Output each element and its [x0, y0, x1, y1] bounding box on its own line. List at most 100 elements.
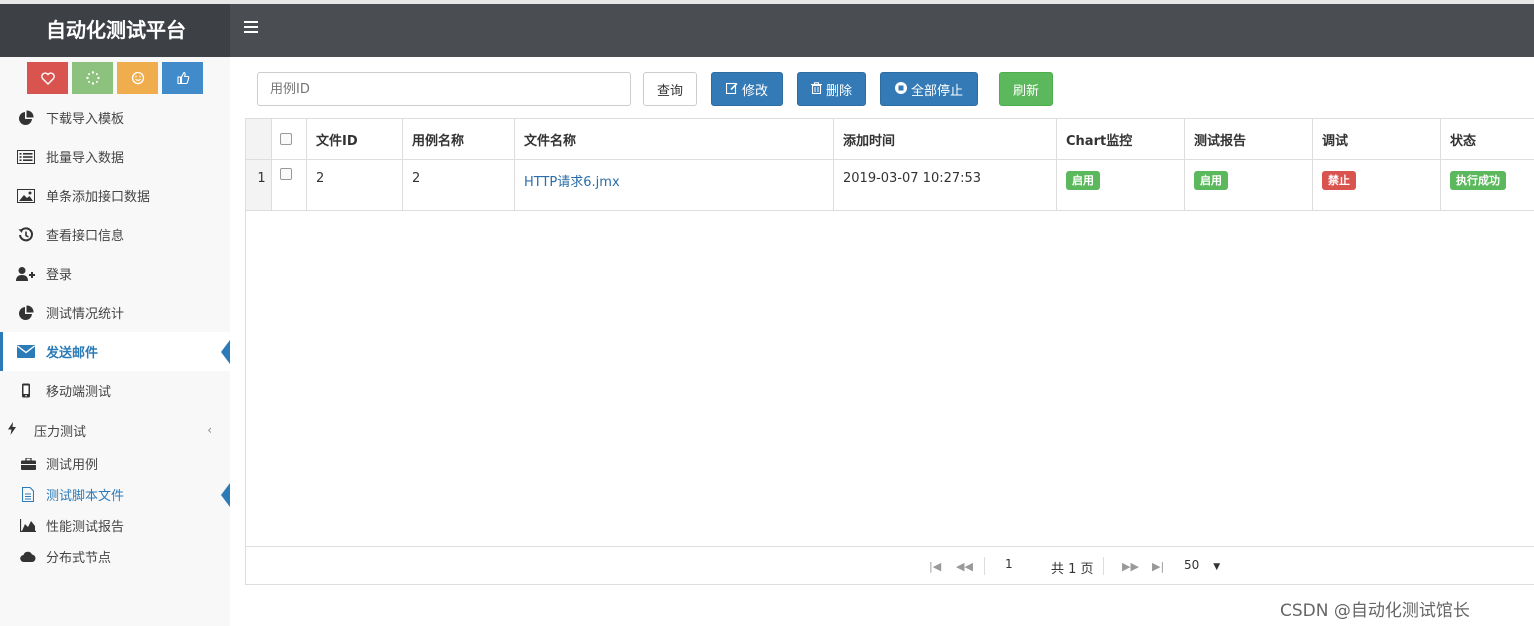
- page-number-input[interactable]: 1: [1005, 557, 1045, 575]
- history-icon: [16, 225, 36, 245]
- sidebar-item-login[interactable]: 登录: [0, 254, 230, 293]
- sidebar-subitem-distributed-nodes[interactable]: 分布式节点: [0, 541, 230, 572]
- sidebar-item-label: 测试情况统计: [46, 307, 125, 322]
- cell-case-name: 2: [403, 160, 515, 210]
- page-size-select[interactable]: 50 ▼: [1184, 558, 1220, 572]
- pie-chart-icon: [16, 108, 36, 128]
- thumbs-up-shortcut-button[interactable]: [162, 62, 203, 94]
- stop-all-button[interactable]: 全部停止: [880, 72, 978, 106]
- status-success-badge: 执行成功: [1450, 171, 1506, 190]
- spinner-shortcut-button[interactable]: [72, 62, 113, 94]
- cloud-icon: [20, 551, 36, 562]
- file-icon: [20, 487, 36, 502]
- refresh-button[interactable]: 刷新: [999, 72, 1053, 106]
- delete-button[interactable]: 删除: [797, 72, 866, 106]
- mobile-icon: [16, 381, 36, 401]
- column-header-file-id[interactable]: 文件ID: [307, 119, 403, 159]
- area-chart-icon: [20, 519, 36, 532]
- edit-button[interactable]: 修改: [711, 72, 783, 106]
- sidebar-item-label: 登录: [46, 268, 73, 283]
- sidebar-item-send-email[interactable]: 发送邮件: [0, 332, 230, 371]
- cell-test-report: 启用: [1185, 160, 1313, 210]
- spinner-icon: [85, 71, 100, 85]
- row-number-header: [246, 119, 272, 159]
- sidebar-item-view-api-info[interactable]: 查看接口信息: [0, 215, 230, 254]
- delete-button-label: 删除: [825, 83, 852, 99]
- first-page-icon[interactable]: |◀: [929, 560, 941, 573]
- cell-status: 执行成功: [1441, 160, 1534, 210]
- sidebar-item-add-single-api[interactable]: 单条添加接口数据: [0, 176, 230, 215]
- query-button-label: 查询: [656, 83, 683, 99]
- query-button[interactable]: 查询: [643, 72, 697, 106]
- report-enabled-badge[interactable]: 启用: [1194, 171, 1228, 190]
- edit-icon: [725, 82, 738, 97]
- sidebar-subitem-label: 测试脚本文件: [46, 489, 125, 504]
- pagination-bar: |◀ ◀◀ 1 共 1 页 ▶▶ ▶| 50 ▼: [246, 546, 1534, 584]
- pager-divider: [984, 557, 985, 575]
- cell-file-id: 2: [307, 160, 403, 210]
- sidebar-subitem-label: 测试用例: [46, 458, 99, 473]
- user-plus-icon: [16, 264, 36, 284]
- stop-circle-icon: [894, 81, 907, 97]
- column-header-case-name[interactable]: 用例名称: [403, 119, 515, 159]
- menu-toggle-icon[interactable]: [244, 21, 258, 35]
- trash-icon: [810, 81, 822, 97]
- pager-divider: [1103, 557, 1104, 575]
- cell-chart-monitor: 启用: [1057, 160, 1185, 210]
- sidebar: 下载导入模板 批量导入数据 单条添加接口数据 查看接口信息 登录 测试情况统计 …: [0, 57, 230, 626]
- cell-file-name: HTTP请求6.jmx: [515, 160, 834, 210]
- edit-button-label: 修改: [741, 83, 768, 99]
- sidebar-group-stress-test[interactable]: 压力测试 ‹: [0, 415, 230, 445]
- top-bar: 自动化测试平台: [0, 0, 1534, 57]
- sidebar-item-label: 发送邮件: [46, 346, 99, 361]
- heart-shortcut-button[interactable]: [27, 62, 68, 94]
- image-icon: [16, 186, 36, 206]
- debug-disabled-badge[interactable]: 禁止: [1322, 171, 1356, 190]
- smile-icon: [131, 71, 144, 85]
- row-checkbox[interactable]: [280, 168, 292, 180]
- select-all-checkbox[interactable]: [280, 133, 292, 145]
- pie-chart-icon: [16, 303, 36, 323]
- row-select-cell: [272, 160, 307, 210]
- envelope-icon: [16, 342, 36, 362]
- sidebar-item-test-stats[interactable]: 测试情况统计: [0, 293, 230, 332]
- select-all-cell: [272, 119, 307, 159]
- column-header-test-report[interactable]: 测试报告: [1185, 119, 1313, 159]
- row-number: 1: [246, 160, 272, 210]
- sidebar-item-download-template[interactable]: 下载导入模板: [0, 98, 230, 137]
- briefcase-icon: [20, 457, 36, 470]
- sidebar-group-label: 压力测试: [34, 424, 87, 440]
- list-icon: [16, 147, 36, 167]
- app-title: 自动化测试平台: [0, 4, 230, 57]
- chart-enabled-badge[interactable]: 启用: [1066, 171, 1100, 190]
- sidebar-item-label: 单条添加接口数据: [46, 190, 151, 205]
- case-id-search-input[interactable]: [257, 72, 631, 106]
- stop-all-button-label: 全部停止: [910, 83, 963, 99]
- column-header-debug[interactable]: 调试: [1313, 119, 1441, 159]
- grid-header: 文件ID 用例名称 文件名称 添加时间 Chart监控 测试报告 调试 状态: [246, 119, 1534, 160]
- page-size-value: 50: [1184, 558, 1200, 572]
- sidebar-item-label: 移动端测试: [46, 385, 112, 400]
- next-page-icon[interactable]: ▶▶: [1122, 560, 1139, 573]
- sidebar-item-batch-import[interactable]: 批量导入数据: [0, 137, 230, 176]
- chevron-left-icon: ‹: [207, 423, 212, 437]
- file-name-link[interactable]: HTTP请求6.jmx: [524, 171, 620, 190]
- prev-page-icon[interactable]: ◀◀: [956, 560, 973, 573]
- column-header-chart-monitor[interactable]: Chart监控: [1057, 119, 1185, 159]
- sidebar-subitem-perf-report[interactable]: 性能测试报告: [0, 510, 230, 541]
- smile-shortcut-button[interactable]: [117, 62, 158, 94]
- cell-added-time: 2019-03-07 10:27:53: [834, 160, 1057, 210]
- table-row[interactable]: 1 2 2 HTTP请求6.jmx 2019-03-07 10:27:53 启用…: [246, 160, 1534, 211]
- last-page-icon[interactable]: ▶|: [1152, 560, 1164, 573]
- sidebar-subitem-label: 性能测试报告: [46, 520, 125, 535]
- sidebar-subitem-test-scripts[interactable]: 测试脚本文件: [0, 479, 230, 510]
- sidebar-subitem-test-cases[interactable]: 测试用例: [0, 448, 230, 479]
- column-header-file-name[interactable]: 文件名称: [515, 119, 834, 159]
- column-header-status[interactable]: 状态: [1441, 119, 1534, 159]
- cell-debug: 禁止: [1313, 160, 1441, 210]
- sidebar-item-label: 批量导入数据: [46, 151, 125, 166]
- bolt-icon: [8, 422, 20, 438]
- thumbs-up-icon: [176, 71, 189, 85]
- column-header-added-time[interactable]: 添加时间: [834, 119, 1057, 159]
- sidebar-item-mobile-test[interactable]: 移动端测试: [0, 371, 230, 410]
